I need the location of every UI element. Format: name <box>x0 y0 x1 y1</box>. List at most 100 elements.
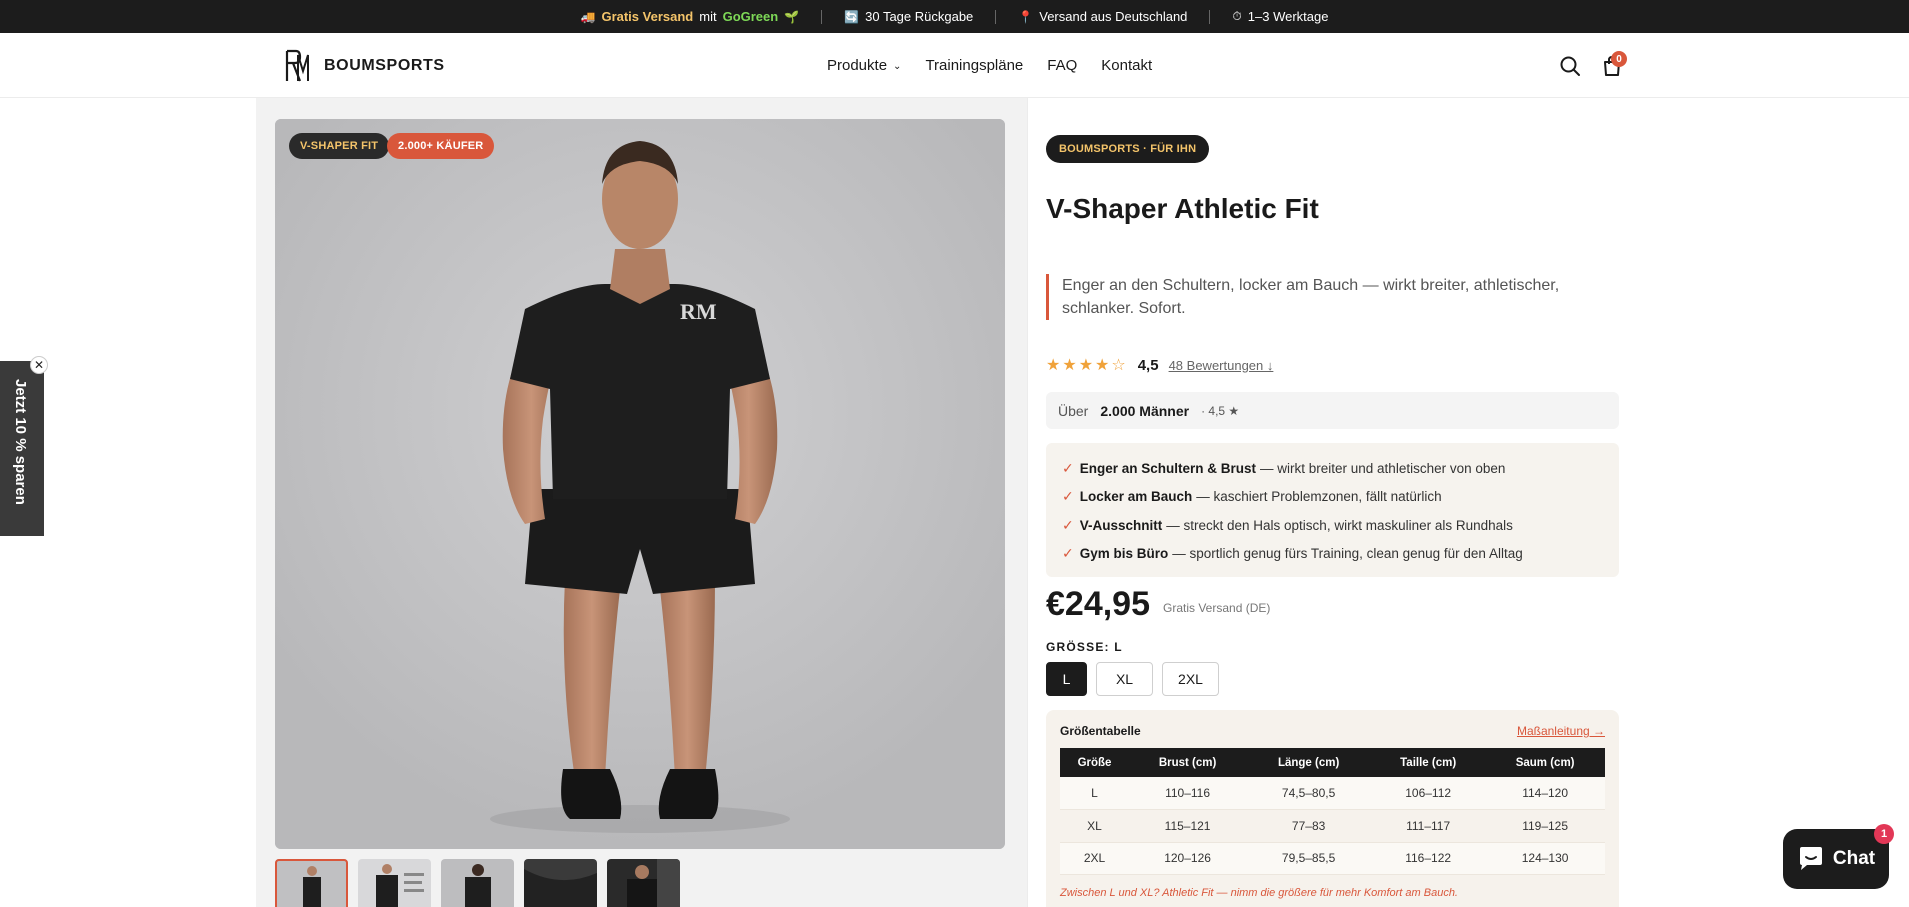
table-cell: 110–116 <box>1129 777 1247 810</box>
size-chart: Größentabelle Maßanleitung → Größe Brust… <box>1046 710 1619 907</box>
table-cell: 114–120 <box>1485 777 1605 810</box>
benefit-item: ✓ Gym bis Büro — sportlich genug fürs Trai… <box>1062 540 1603 569</box>
rating-value: 4,5 <box>1137 356 1159 374</box>
check-icon: ✓ <box>1062 488 1074 505</box>
table-cell: 79,5–85,5 <box>1246 842 1372 875</box>
benefit-text: — kaschiert Problemzonen, fällt natürlic… <box>1196 489 1442 505</box>
check-icon: ✓ <box>1062 516 1074 533</box>
announcement-bar: 🚚 Gratis Versand mit GoGreen 🌱 🔄 30 Tage… <box>0 0 1909 33</box>
size-table-header-row: Größe Brust (cm) Länge (cm) Taille (cm) … <box>1060 748 1605 777</box>
size-option-l[interactable]: L <box>1046 662 1087 696</box>
benefits-list: ✓ Enger an Schultern & Brust — wirkt breit… <box>1046 443 1619 577</box>
nav-produkte[interactable]: Produkte ⌄ <box>827 57 901 74</box>
discount-side-tab-label: Jetzt 10 % sparen <box>12 379 29 505</box>
table-row: XL 115–121 77–83 111–117 119–125 <box>1060 809 1605 843</box>
pin-icon: 📍 <box>1018 9 1034 24</box>
logo-mark-icon <box>285 49 309 82</box>
return-icon: 🔄 <box>844 9 860 24</box>
announcement-shipping: 🚚 Gratis Versand mit GoGreen 🌱 <box>559 9 822 24</box>
delivery-text: 1–3 Werktage <box>1247 9 1329 24</box>
thumbnail-1[interactable] <box>275 859 348 907</box>
announcement-delivery: ⏱ 1–3 Werktage <box>1210 9 1350 24</box>
thumbnail-5[interactable] <box>607 859 680 907</box>
product-title: V-Shaper Athletic Fit <box>1046 193 1319 224</box>
size-table-header: Größe <box>1060 748 1129 777</box>
size-table: Größe Brust (cm) Länge (cm) Taille (cm) … <box>1060 748 1605 875</box>
product-price: €24,95 <box>1046 585 1150 623</box>
table-cell: 106–112 <box>1371 777 1486 810</box>
social-suffix: · 4,5 ★ <box>1201 403 1240 418</box>
benefit-item: ✓ Locker am Bauch — kaschiert Problemzonen… <box>1062 483 1603 512</box>
benefit-title: V-Ausschnitt <box>1079 517 1163 533</box>
table-cell: 119–125 <box>1485 809 1605 843</box>
table-cell: 111–117 <box>1371 809 1486 843</box>
sprout-icon: 🌱 <box>784 9 800 24</box>
table-cell: XL <box>1060 809 1129 843</box>
returns-text: 30 Tage Rückgabe <box>865 9 974 24</box>
product-main-image[interactable]: RM <box>275 119 1005 849</box>
nav-produkte-label: Produkte <box>827 57 888 74</box>
column-divider <box>1027 98 1028 907</box>
model-illustration: RM <box>275 119 1005 849</box>
social-prefix: Über <box>1058 402 1089 419</box>
table-cell: 120–126 <box>1129 842 1247 875</box>
benefit-item: ✓ Enger an Schultern & Brust — wirkt breit… <box>1062 454 1603 483</box>
clock-icon: ⏱ <box>1232 9 1242 23</box>
table-row: 2XL 120–126 79,5–85,5 116–122 124–130 <box>1060 842 1605 875</box>
badge-v-shaper-fit: V-SHAPER FIT <box>289 133 390 159</box>
size-table-header: Saum (cm) <box>1485 748 1605 777</box>
chevron-down-icon: ⌄ <box>893 61 902 72</box>
brand-pill: BOUMSPORTS · FÜR IHN <box>1046 135 1210 163</box>
benefit-text: — sportlich genug fürs Training, clean g… <box>1172 546 1523 562</box>
product-tagline: Enger an den Schultern, locker am Bauch … <box>1046 274 1566 320</box>
thumbnail-2[interactable] <box>358 859 431 907</box>
chat-bubble-icon <box>1799 847 1822 870</box>
social-proof: Über 2.000 Männer · 4,5 ★ <box>1046 392 1619 429</box>
price-shipping-note: Gratis Versand (DE) <box>1163 601 1271 615</box>
size-option-2xl[interactable]: 2XL <box>1162 662 1219 696</box>
chat-button[interactable]: Chat <box>1783 829 1889 889</box>
close-icon[interactable]: ✕ <box>30 356 48 374</box>
table-cell: L <box>1060 777 1129 810</box>
benefit-text: — streckt den Hals optisch, wirkt maskul… <box>1166 517 1513 533</box>
search-icon[interactable] <box>1558 54 1582 78</box>
size-chart-note: Zwischen L und XL? Athletic Fit — nimm d… <box>1060 887 1458 899</box>
logo[interactable]: BOUMSPORTS <box>284 49 445 83</box>
rating-row: ★★★★☆ 4,5 48 Bewertungen ↓ <box>1046 355 1273 375</box>
cart-count-badge: 0 <box>1611 51 1627 67</box>
table-cell: 116–122 <box>1371 842 1486 875</box>
ship-from-text: Versand aus Deutschland <box>1039 9 1188 24</box>
shipping-text: Gratis Versand <box>601 9 694 24</box>
benefit-title: Locker am Bauch <box>1079 489 1193 505</box>
table-row: L 110–116 74,5–80,5 106–112 114–120 <box>1060 777 1605 810</box>
main-nav: Produkte ⌄ Trainingspläne FAQ Kontakt <box>827 33 1152 98</box>
size-guide-link[interactable]: Maßanleitung → <box>1517 724 1605 738</box>
check-icon: ✓ <box>1062 459 1074 476</box>
table-cell: 77–83 <box>1246 809 1372 843</box>
nav-kontakt[interactable]: Kontakt <box>1101 57 1152 74</box>
discount-side-tab[interactable]: Jetzt 10 % sparen <box>0 361 44 536</box>
size-table-header: Taille (cm) <box>1371 748 1486 777</box>
chat-label: Chat <box>1832 848 1876 869</box>
svg-text:RM: RM <box>680 299 717 324</box>
nav-trainingsplaene[interactable]: Trainingspläne <box>925 57 1023 74</box>
reviews-link[interactable]: 48 Bewertungen ↓ <box>1169 358 1274 373</box>
nav-faq[interactable]: FAQ <box>1047 57 1077 74</box>
table-cell: 115–121 <box>1129 809 1247 843</box>
thumbnail-4[interactable] <box>524 859 597 907</box>
benefit-title: Gym bis Büro <box>1079 546 1169 562</box>
check-icon: ✓ <box>1062 545 1074 562</box>
thumbnail-strip <box>275 859 680 907</box>
brand-name: BOUMSPORTS <box>324 57 445 74</box>
truck-icon: 🚚 <box>580 9 596 24</box>
size-selector: L XL 2XL <box>1046 662 1219 696</box>
star-rating-icon: ★★★★☆ <box>1046 357 1128 374</box>
size-table-header: Brust (cm) <box>1129 748 1247 777</box>
benefit-item: ✓ V-Ausschnitt — streckt den Hals optisch,… <box>1062 511 1603 540</box>
shipping-mid-text: mit <box>699 9 717 24</box>
gogreen-text: GoGreen <box>722 9 779 24</box>
badge-buyers: 2.000+ KÄUFER <box>387 133 495 159</box>
thumbnail-3[interactable] <box>441 859 514 907</box>
announcement-returns: 🔄 30 Tage Rückgabe <box>822 9 995 24</box>
size-option-xl[interactable]: XL <box>1096 662 1153 696</box>
